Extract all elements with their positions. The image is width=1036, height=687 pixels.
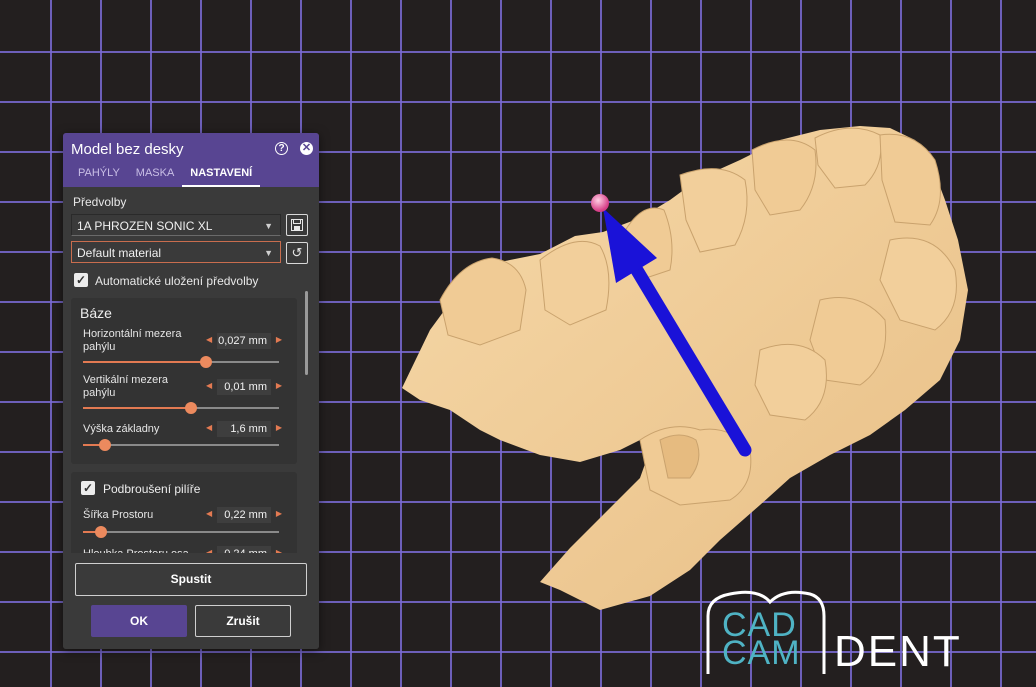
space-width-stepper[interactable]: ◀ 0,22 mm ▶ [206,507,282,523]
cadcam-dent-logo: CAD CAM DENT [700,588,990,680]
model-settings-dialog: Model bez desky ? ✕ PAHÝLY MASKA NASTAVE… [63,133,319,649]
decrement-icon[interactable]: ◀ [206,423,212,432]
help-icon[interactable]: ? [275,142,288,155]
logo-text-cam: CAM [722,634,801,672]
autosave-label: Automatické uložení předvolby [95,274,259,288]
tab-maska[interactable]: MASKA [128,166,183,185]
tab-pahyly[interactable]: PAHÝLY [63,166,128,185]
space-width-label: Šířka Prostoru [83,509,154,521]
material-select-value: Default material [77,246,162,260]
tab-nastaveni[interactable]: NASTAVENÍ [182,166,261,187]
dental-model[interactable] [402,126,968,610]
close-icon[interactable]: ✕ [300,142,313,155]
increment-icon[interactable]: ▶ [276,423,282,432]
space-width-slider[interactable] [83,526,279,538]
baze-group: Báze Horizontální mezera pahýlu ◀ 0,027 … [71,298,297,464]
base-height-stepper[interactable]: ◀ 1,6 mm ▶ [206,421,282,437]
scrollbar[interactable] [305,291,308,375]
increment-icon[interactable]: ▶ [276,509,282,518]
vertical-gap-value[interactable]: 0,01 mm [217,379,271,395]
autosave-checkbox[interactable]: ✓ [74,273,88,287]
base-height-label: Výška základny [83,423,160,435]
increment-icon[interactable]: ▶ [276,381,282,390]
slider-fill [83,361,207,363]
preset-select[interactable]: 1A PHROZEN SONIC XL ▼ [71,214,281,236]
slider-handle[interactable] [94,526,107,538]
slider-handle[interactable] [200,356,213,368]
tab-bar: PAHÝLY MASKA NASTAVENÍ [63,166,261,187]
material-select[interactable]: Default material ▼ [71,241,281,263]
run-button[interactable]: Spustit [75,563,307,596]
vertical-gap-slider[interactable] [83,402,279,414]
presets-label: Předvolby [73,195,127,209]
baze-title: Báze [80,305,112,321]
preset-select-value: 1A PHROZEN SONIC XL [77,219,213,233]
space-width-value[interactable]: 0,22 mm [217,507,271,523]
chevron-down-icon: ▼ [264,221,273,231]
dialog-footer: Spustit OK Zrušit [63,553,319,649]
horizontal-gap-stepper[interactable]: ◀ 0,027 mm ▶ [206,333,282,349]
base-height-value[interactable]: 1,6 mm [217,421,271,437]
slider-handle[interactable] [98,439,111,451]
decrement-icon[interactable]: ◀ [206,381,212,390]
chevron-down-icon: ▼ [264,248,273,258]
undo-icon: ↺ [291,245,303,260]
arrow-handle-ball [591,194,609,212]
podbrouseni-label: Podbroušení pilíře [103,482,201,496]
increment-icon[interactable]: ▶ [276,335,282,344]
decrement-icon[interactable]: ◀ [206,509,212,518]
logo-text-dent: DENT [834,627,962,676]
vertical-gap-label: Vertikální mezera pahýlu [83,374,168,399]
base-height-slider[interactable] [83,439,279,451]
slider-handle[interactable] [184,402,197,414]
horizontal-gap-label: Horizontální mezera pahýlu [83,328,182,353]
decrement-icon[interactable]: ◀ [206,335,212,344]
save-preset-button[interactable] [286,214,308,236]
slider-fill [83,407,191,409]
podbrouseni-checkbox[interactable]: ✓ [81,481,95,495]
dialog-title: Model bez desky [71,141,184,158]
horizontal-gap-value[interactable]: 0,027 mm [217,333,271,349]
ok-button[interactable]: OK [91,605,187,637]
vertical-gap-stepper[interactable]: ◀ 0,01 mm ▶ [206,379,282,395]
dialog-header: Model bez desky ? ✕ PAHÝLY MASKA NASTAVE… [63,133,319,187]
horizontal-gap-slider[interactable] [83,356,279,368]
cancel-button[interactable]: Zrušit [195,605,291,637]
save-icon [291,219,303,231]
reset-preset-button[interactable]: ↺ [286,242,308,264]
